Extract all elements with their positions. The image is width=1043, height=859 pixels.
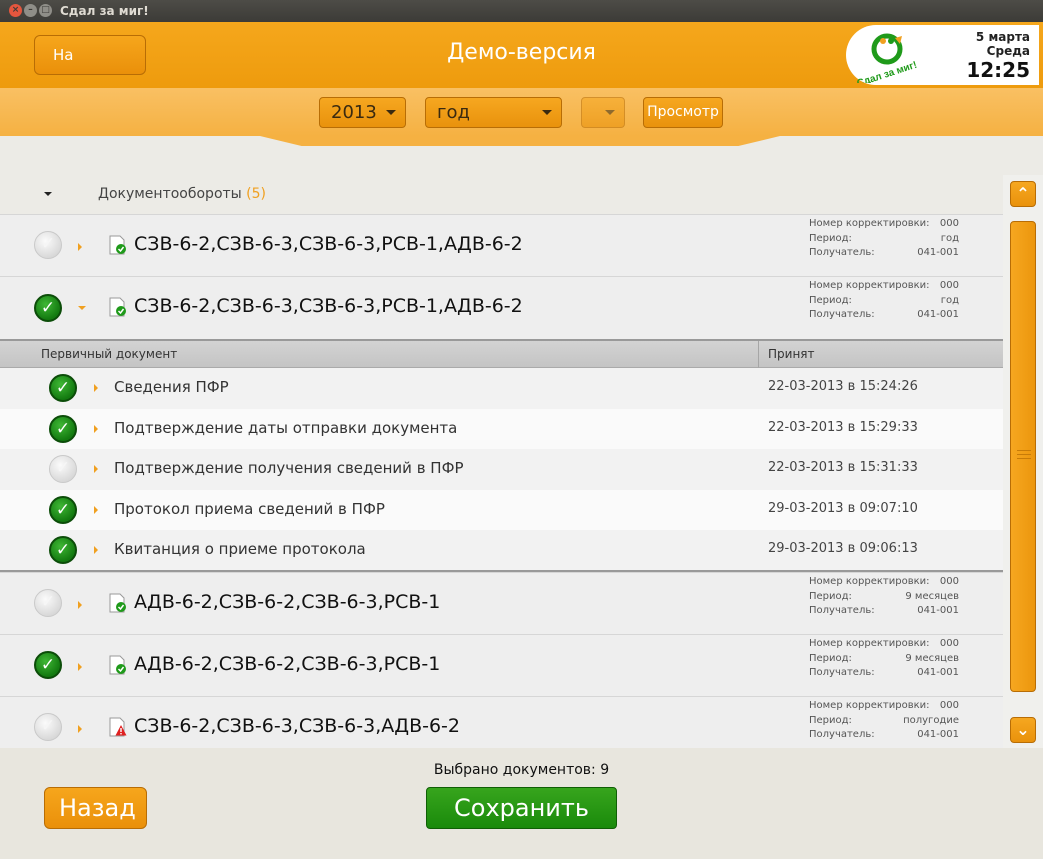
document-row[interactable]: ✓ СЗВ-6-2,СЗВ-6-3,СЗВ-6-3,АДВ-6-2 Номер … [0, 696, 1003, 748]
doc-warning-icon [109, 717, 127, 737]
subdocument-title: Подтверждение получения сведений в ПФР [114, 459, 464, 477]
period-select-value: год [437, 102, 470, 123]
checkbox-icon[interactable]: ✓ [34, 589, 62, 617]
checkbox-icon[interactable]: ✓ [49, 455, 77, 483]
subperiod-select[interactable] [581, 97, 625, 128]
view-button[interactable]: Просмотр [643, 97, 723, 128]
subdocument-title: Квитанция о приеме протокола [114, 540, 366, 558]
expand-arrow-icon[interactable] [78, 663, 82, 671]
document-list: Документообороты (5) ✓ СЗВ-6-2,СЗВ-6-3,С… [0, 170, 1003, 748]
subtable-header: Первичный документ Принят [0, 341, 1003, 368]
collapse-triangle-icon[interactable] [44, 192, 52, 196]
checkbox-checked-icon[interactable]: ✓ [49, 536, 77, 564]
subdocument-date: 22-03-2013 в 15:29:33 [768, 419, 918, 435]
document-meta: Номер корректировки: 000 Период: год Получ… [809, 280, 959, 320]
checkbox-icon[interactable]: ✓ [34, 231, 62, 259]
selected-count: Выбрано документов: 9 [433, 762, 610, 778]
back-button-label: Назад [59, 794, 136, 822]
column-header-accepted[interactable]: Принят [768, 347, 815, 361]
subdocument-title: Сведения ПФР [114, 378, 229, 396]
subdocument-date: 22-03-2013 в 15:31:33 [768, 460, 918, 475]
document-row[interactable]: ✓ СЗВ-6-2,СЗВ-6-3,СЗВ-6-3,РСВ-1,АДВ-6-2 … [0, 214, 1003, 276]
column-header-document[interactable]: Первичный документ [41, 347, 177, 361]
subtable-row[interactable]: ✓ Подтверждение получения сведений в ПФР… [0, 449, 1003, 490]
document-row[interactable]: ✓ АДВ-6-2,СЗВ-6-2,СЗВ-6-3,РСВ-1 Номер ко… [0, 572, 1003, 634]
app-logo-icon: Сдал за миг! [856, 33, 918, 83]
checkbox-checked-icon[interactable]: ✓ [49, 495, 77, 524]
subdocument-date: 22-03-2013 в 15:24:26 [768, 379, 918, 394]
back-button[interactable]: Назад [44, 787, 147, 829]
maximize-icon[interactable]: □ [39, 4, 52, 17]
subtable-row[interactable]: ✓ Подтверждение даты отправки документа … [0, 408, 1003, 449]
expand-arrow-icon[interactable] [78, 243, 82, 251]
subtable-row[interactable]: ✓ Протокол приема сведений в ПФР 29-03-2… [0, 489, 1003, 530]
checkbox-checked-icon[interactable]: ✓ [34, 651, 62, 679]
group-label: Документообороты (5) [98, 186, 267, 202]
date-label: 5 марта [975, 30, 1030, 44]
grip-line [1017, 454, 1031, 455]
expanded-arrow-icon[interactable] [78, 306, 86, 310]
subdocument-title: Протокол приема сведений в ПФР [114, 499, 385, 518]
chevron-down-icon [386, 110, 396, 115]
grip-line [1017, 450, 1031, 451]
document-title: АДВ-6-2,СЗВ-6-2,СЗВ-6-3,РСВ-1 [134, 591, 441, 613]
app-header: На главную Демо-версия Сдал за миг! 5 ма… [0, 22, 1043, 102]
expand-arrow-icon[interactable] [94, 505, 98, 514]
date-time-panel: Сдал за миг! 5 марта Среда 12:25 [846, 25, 1039, 85]
expand-arrow-icon[interactable] [78, 725, 82, 733]
chevron-down-icon [605, 110, 615, 115]
window-titlebar: × – □ Сдал за миг! [0, 0, 1043, 22]
document-meta: Номер корректировки: 000 Период: 9 месяцев… [809, 576, 959, 616]
doc-ok-icon [109, 655, 126, 675]
document-row[interactable]: ✓ АДВ-6-2,СЗВ-6-2,СЗВ-6-3,РСВ-1 Номер ко… [0, 634, 1003, 696]
document-title: СЗВ-6-2,СЗВ-6-3,СЗВ-6-3,АДВ-6-2 [134, 715, 460, 737]
group-count: (5) [246, 186, 267, 202]
close-icon[interactable]: × [9, 4, 22, 17]
time-label: 12:25 [966, 58, 1030, 82]
subdocument-date: 29-03-2013 в 09:07:10 [768, 500, 918, 516]
checkbox-checked-icon[interactable]: ✓ [49, 374, 77, 402]
expand-arrow-icon[interactable] [94, 384, 98, 392]
expand-arrow-icon[interactable] [94, 424, 98, 433]
expand-arrow-icon[interactable] [78, 601, 82, 609]
weekday-label: Среда [986, 44, 1030, 58]
filter-bar-tab [260, 136, 780, 146]
doc-ok-icon [109, 593, 126, 613]
subdocument-date: 29-03-2013 в 09:06:13 [768, 541, 918, 556]
document-meta: Номер корректировки: 000 Период: 9 месяцев… [809, 638, 959, 678]
year-select[interactable]: 2013 [319, 97, 406, 128]
document-title: СЗВ-6-2,СЗВ-6-3,СЗВ-6-3,РСВ-1,АДВ-6-2 [134, 295, 523, 317]
minimize-icon[interactable]: – [24, 4, 37, 17]
group-header[interactable]: Документообороты (5) [0, 170, 1003, 214]
checkbox-checked-icon[interactable]: ✓ [49, 414, 77, 443]
column-divider[interactable] [758, 341, 759, 368]
scrollbar-thumb[interactable] [1010, 221, 1036, 692]
grip-line [1017, 458, 1031, 459]
year-select-value: 2013 [331, 102, 377, 123]
checkbox-icon[interactable]: ✓ [34, 713, 62, 741]
document-title: АДВ-6-2,СЗВ-6-2,СЗВ-6-3,РСВ-1 [134, 653, 441, 675]
expand-arrow-icon[interactable] [94, 546, 98, 554]
scroll-down-icon[interactable]: ⌄ [1010, 717, 1036, 743]
document-meta: Номер корректировки: 000 Период: год Получ… [809, 218, 959, 258]
expand-arrow-icon[interactable] [94, 465, 98, 473]
period-select[interactable]: год [425, 97, 562, 128]
document-title: СЗВ-6-2,СЗВ-6-3,СЗВ-6-3,РСВ-1,АДВ-6-2 [134, 233, 523, 255]
subtable-row[interactable]: ✓ Квитанция о приеме протокола 29-03-201… [0, 530, 1003, 572]
chevron-down-icon [542, 110, 552, 115]
scroll-up-icon[interactable]: ⌃ [1010, 181, 1036, 207]
document-meta: Номер корректировки: 000 Период: полугодие… [809, 700, 959, 740]
doc-ok-icon [109, 235, 126, 255]
doc-ok-icon [109, 297, 126, 317]
document-row[interactable]: ✓ СЗВ-6-2,СЗВ-6-3,СЗВ-6-3,РСВ-1,АДВ-6-2 … [0, 276, 1003, 341]
subtable-row[interactable]: ✓ Сведения ПФР 22-03-2013 в 15:24:26 [0, 368, 1003, 409]
window-title: Сдал за миг! [60, 4, 149, 18]
subdocument-title: Подтверждение даты отправки документа [114, 418, 458, 437]
save-button[interactable]: Сохранить [426, 787, 617, 829]
checkbox-checked-icon[interactable]: ✓ [34, 294, 62, 322]
